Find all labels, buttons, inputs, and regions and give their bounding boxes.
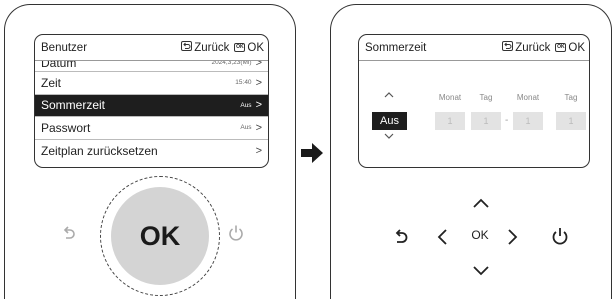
back-arrow-icon[interactable] xyxy=(393,227,409,252)
ok-knob[interactable]: OK xyxy=(111,187,209,285)
chevron-up-icon[interactable] xyxy=(383,91,395,101)
back-arrow-icon xyxy=(502,41,515,54)
back-button[interactable]: Zurück xyxy=(502,41,550,54)
chevron-up-icon[interactable] xyxy=(472,196,490,214)
start-day-field[interactable]: 1 xyxy=(471,112,501,130)
chevron-left-icon[interactable] xyxy=(436,228,448,251)
settings-menu: Datum 2024,3,23(Mi) > Zeit 15:40 > Somme… xyxy=(35,61,268,167)
ok-button[interactable]: OK OK xyxy=(555,42,585,54)
column-label: Tag xyxy=(479,93,493,102)
menu-item-passwort[interactable]: Passwort Aus > xyxy=(35,117,268,140)
menu-item-label: Sommerzeit xyxy=(41,98,106,113)
ok-key-icon: OK xyxy=(234,43,246,52)
chevron-right-icon: > xyxy=(255,144,262,157)
right-arrow-icon xyxy=(301,143,323,168)
menu-item-label: Passwort xyxy=(41,120,91,135)
ok-label: OK xyxy=(568,41,585,54)
start-month-field[interactable]: 1 xyxy=(435,112,465,130)
nav-ok-button[interactable]: OK xyxy=(466,228,494,242)
ok-key-icon: OK xyxy=(555,43,567,52)
menu-item-value: 15:40 xyxy=(235,79,252,87)
chevron-right-icon: > xyxy=(255,76,262,89)
column-label: Tag xyxy=(564,93,578,102)
column-label: Monat xyxy=(516,93,540,102)
toggle-value: Aus xyxy=(380,115,399,127)
back-arrow-icon[interactable] xyxy=(62,225,76,248)
power-icon[interactable] xyxy=(228,224,244,247)
chevron-right-icon: > xyxy=(255,121,262,134)
menu-item-zeitplan[interactable]: Zeitplan zurücksetzen > xyxy=(35,140,268,163)
end-day-field[interactable]: 1 xyxy=(556,112,586,130)
back-arrow-icon xyxy=(181,41,194,54)
sommerzeit-toggle-value[interactable]: Aus xyxy=(372,112,407,130)
back-label: Zurück xyxy=(194,41,230,54)
menu-item-value: 2024,3,23(Mi) xyxy=(211,61,252,66)
screen-sommerzeit: Sommerzeit Zurück OK OK Aus Monat Tag Mo… xyxy=(358,34,590,168)
chevron-down-icon[interactable] xyxy=(472,264,490,282)
menu-item-label: Datum xyxy=(41,61,77,70)
date-separator: - xyxy=(505,115,509,126)
screen-header: Benutzer Zurück OK OK xyxy=(35,35,268,61)
ok-label: OK xyxy=(247,41,264,54)
menu-item-sommerzeit[interactable]: Sommerzeit Aus > xyxy=(35,94,268,117)
chevron-right-icon[interactable] xyxy=(507,228,519,251)
chevron-down-icon[interactable] xyxy=(383,132,395,142)
page-title: Sommerzeit xyxy=(365,41,427,54)
knob-label: OK xyxy=(139,220,181,251)
ok-button[interactable]: OK OK xyxy=(234,42,264,54)
screen-header: Sommerzeit Zurück OK OK xyxy=(359,35,589,61)
menu-item-value: Aus xyxy=(240,124,252,132)
screen-user-menu: Benutzer Zurück OK OK Datum 2024,3,23(Mi… xyxy=(34,34,269,168)
menu-item-value: Aus xyxy=(240,101,252,109)
back-label: Zurück xyxy=(515,41,551,54)
menu-item-label: Zeitplan zurücksetzen xyxy=(41,143,158,158)
back-button[interactable]: Zurück xyxy=(181,41,229,54)
menu-item-zeit[interactable]: Zeit 15:40 > xyxy=(35,72,268,95)
menu-item-label: Zeit xyxy=(41,75,62,90)
chevron-right-icon: > xyxy=(255,99,262,112)
end-month-field[interactable]: 1 xyxy=(513,112,543,130)
page-title: Benutzer xyxy=(41,41,88,54)
chevron-right-icon: > xyxy=(255,61,262,69)
power-icon[interactable] xyxy=(551,226,569,251)
menu-item-datum[interactable]: Datum 2024,3,23(Mi) > xyxy=(35,61,268,72)
column-label: Monat xyxy=(438,93,462,102)
